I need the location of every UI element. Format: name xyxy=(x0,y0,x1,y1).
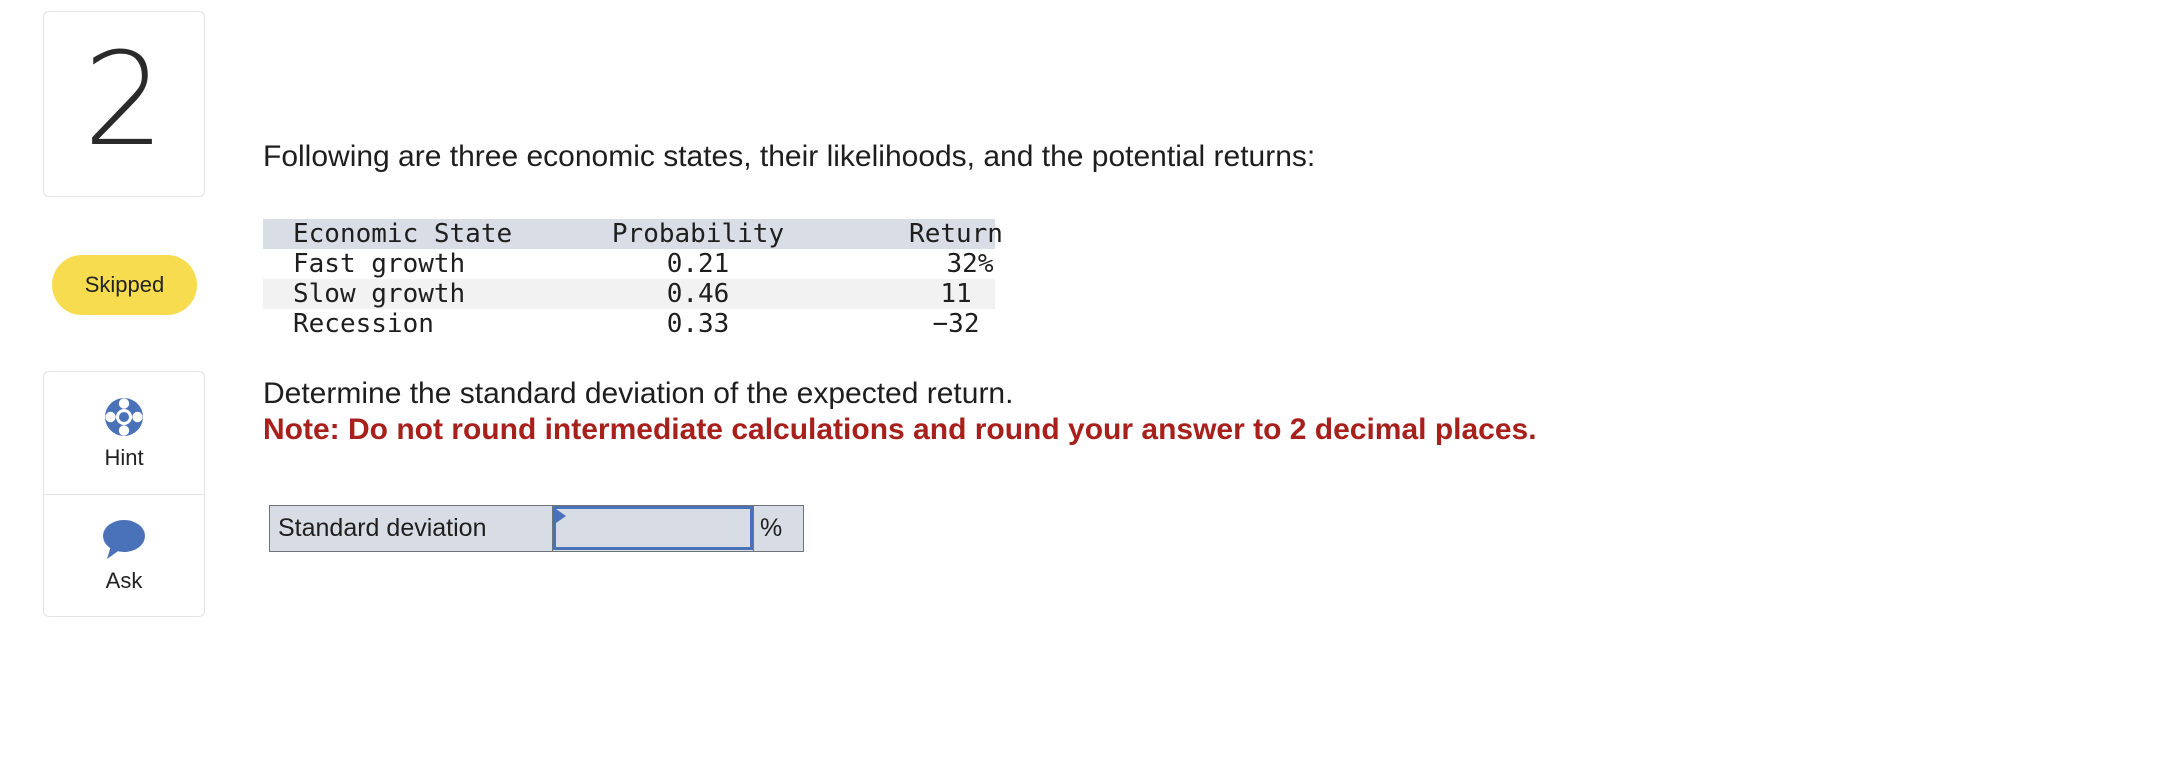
speech-bubble-icon xyxy=(101,518,147,562)
cell-probability: 0.21 xyxy=(666,249,730,279)
header-economic-state: Economic State xyxy=(293,219,513,249)
table-row: Recession 0.33 −32 xyxy=(263,309,995,339)
input-flag-icon xyxy=(556,509,566,523)
hint-button[interactable]: Hint xyxy=(44,372,204,494)
header-return: Return xyxy=(909,219,1003,249)
returns-table: Economic State Probability Return Fast g… xyxy=(263,219,1003,339)
lifebuoy-icon xyxy=(102,395,146,439)
ask-label: Ask xyxy=(105,568,143,593)
header-probability: Probability xyxy=(611,219,785,249)
question-number: 2 xyxy=(83,26,165,175)
question-intro: Following are three economic states, the… xyxy=(263,140,1316,173)
question-tools: Hint Ask xyxy=(43,371,205,617)
answer-row: Standard deviation % xyxy=(269,505,804,552)
cell-state: Recession xyxy=(293,309,434,339)
status-badge: Skipped xyxy=(52,255,197,315)
table-row: Fast growth 0.21 32% xyxy=(263,249,995,279)
cell-state: Fast growth xyxy=(293,249,466,279)
answer-unit: % xyxy=(753,506,803,551)
rounding-note: Note: Do not round intermediate calculat… xyxy=(263,413,1537,446)
answer-input-cell xyxy=(553,506,753,551)
ask-button[interactable]: Ask xyxy=(44,495,204,617)
cell-state: Slow growth xyxy=(293,279,466,309)
standard-deviation-input[interactable] xyxy=(553,506,753,550)
hint-label: Hint xyxy=(104,445,144,470)
table-header-row: Economic State Probability Return xyxy=(263,219,1003,249)
question-number-box: 2 xyxy=(43,11,205,197)
cell-return: −32 xyxy=(932,309,980,339)
question-prompt: Determine the standard deviation of the … xyxy=(263,377,1014,410)
cell-return: 32% xyxy=(946,249,994,279)
cell-probability: 0.46 xyxy=(666,279,730,309)
table-row: Slow growth 0.46 11 xyxy=(263,279,995,309)
cell-probability: 0.33 xyxy=(666,309,730,339)
cell-return: 11 xyxy=(940,279,972,309)
answer-label: Standard deviation xyxy=(270,506,553,551)
